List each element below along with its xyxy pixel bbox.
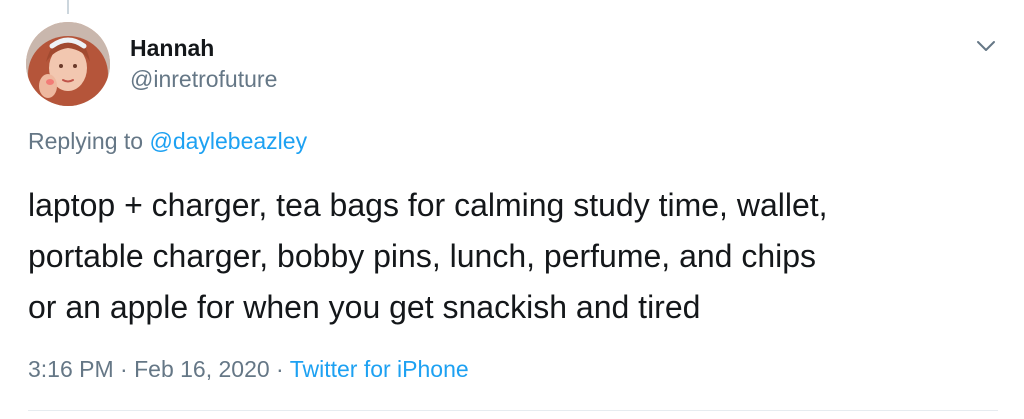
user-info: Hannah @inretrofuture — [130, 34, 277, 93]
thread-connector-line — [67, 0, 69, 14]
tweet-meta: 3:16 PM · Feb 16, 2020 · Twitter for iPh… — [28, 355, 469, 383]
tweet-date[interactable]: Feb 16, 2020 — [134, 356, 270, 382]
user-handle[interactable]: @inretrofuture — [130, 65, 277, 93]
display-name[interactable]: Hannah — [130, 34, 277, 62]
replying-to-label: Replying to — [28, 128, 150, 154]
tweet-source-link[interactable]: Twitter for iPhone — [290, 356, 469, 382]
chevron-down-icon[interactable] — [974, 34, 998, 58]
meta-separator: · — [269, 356, 290, 382]
tweet-time[interactable]: 3:16 PM — [28, 356, 114, 382]
tweet-text: laptop + charger, tea bags for calming s… — [28, 187, 828, 325]
meta-separator: · — [113, 356, 135, 382]
divider — [28, 410, 998, 411]
avatar[interactable] — [26, 22, 110, 106]
avatar-image — [26, 22, 110, 106]
reply-mention-link[interactable]: @daylebeazley — [149, 128, 307, 154]
replying-to: Replying to @daylebeazley — [28, 127, 307, 155]
tweet-card: Hannah @inretrofuture Replying to @dayle… — [0, 0, 1024, 419]
